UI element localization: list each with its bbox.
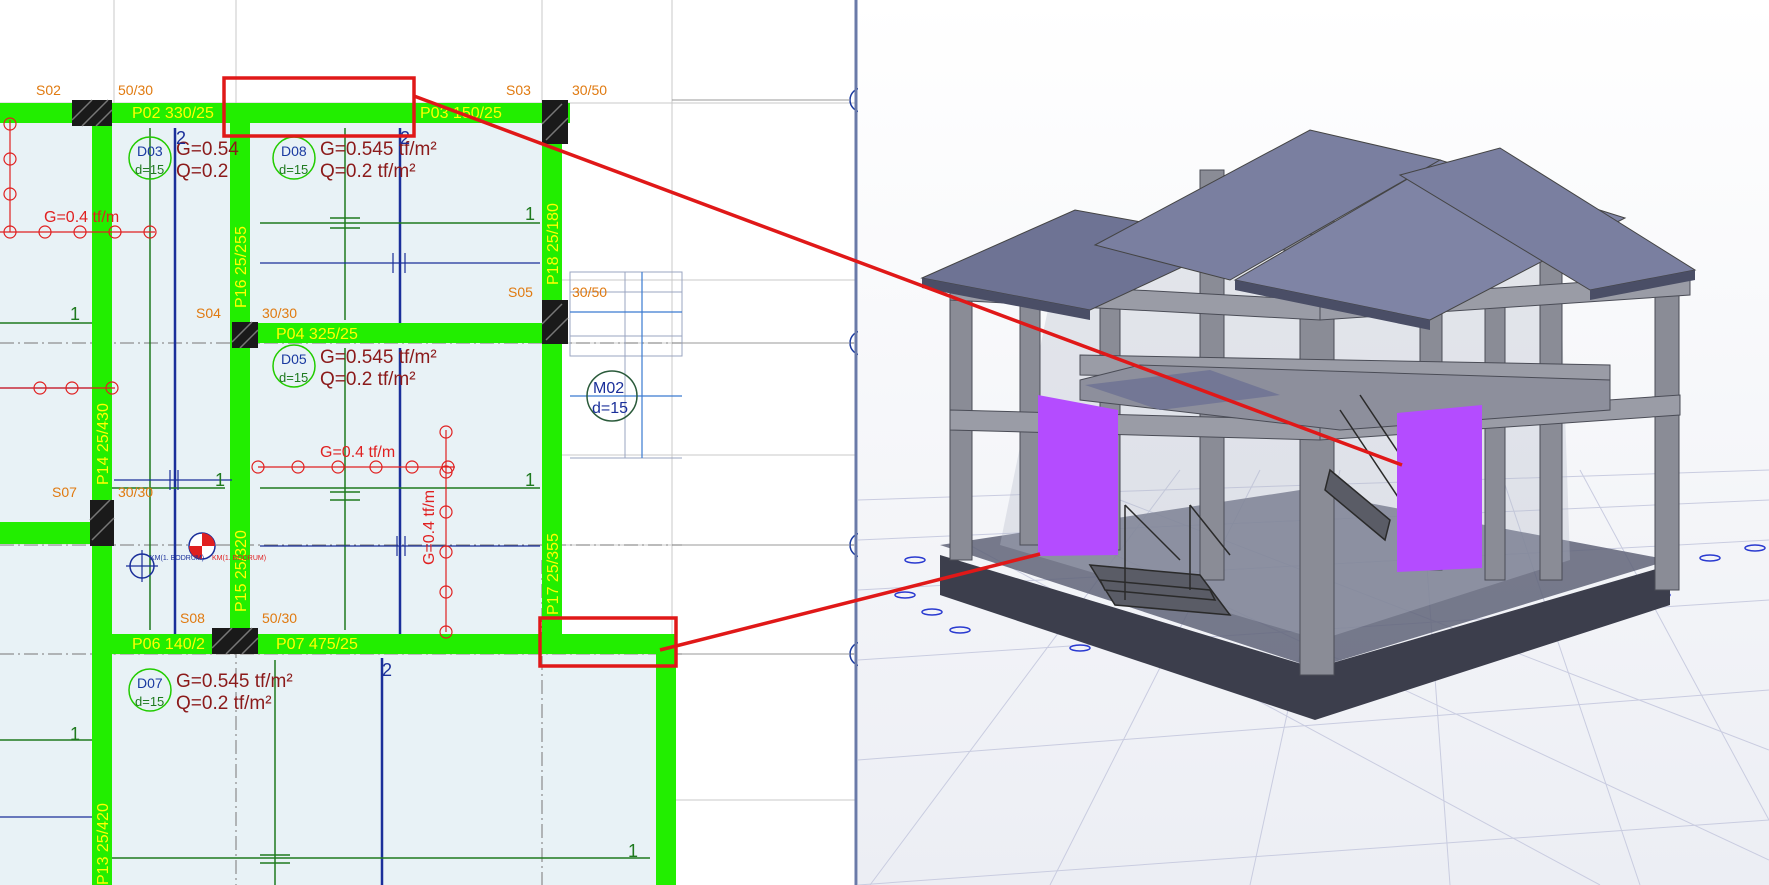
- axis-mark: 1: [525, 204, 535, 224]
- beam-label: P14 25/430: [95, 403, 112, 485]
- beam-label: P02 330/25: [132, 105, 214, 122]
- slab-live-load: Q=0.2: [176, 161, 228, 182]
- slab-id: D03: [137, 143, 163, 159]
- beam-label: P15 25/320: [233, 530, 250, 612]
- wall-thickness: d=15: [592, 400, 628, 417]
- slab-dead-load: G=0.545 tf/m²: [320, 139, 437, 160]
- column-id: S08: [180, 610, 205, 626]
- axis-mark: 1: [525, 470, 535, 490]
- axis-mark: 2: [400, 128, 410, 148]
- beam-label: P07 475/25: [276, 636, 358, 653]
- mass-center-label: KM(1. BODRUM): [150, 555, 204, 562]
- column-id: S07: [52, 484, 77, 500]
- slab-thickness: d=15: [279, 162, 308, 177]
- beam-label: P06 140/2: [132, 636, 205, 653]
- slab-id: D08: [281, 143, 307, 159]
- column-id: S04: [196, 305, 221, 321]
- slab-live-load: Q=0.2 tf/m²: [320, 161, 416, 182]
- 3d-view[interactable]: [857, 0, 1769, 885]
- slab-thickness: d=15: [135, 162, 164, 177]
- slab-id: D07: [137, 675, 163, 691]
- axis-mark: 2: [382, 660, 392, 680]
- axis-mark: 1: [70, 724, 80, 744]
- column-size: 30/50: [572, 284, 607, 300]
- axis-mark: 1: [628, 841, 638, 861]
- column-id: S03: [506, 82, 531, 98]
- column-size: 50/30: [118, 82, 153, 98]
- wall-panel-right: [1397, 405, 1482, 572]
- column-id: S05: [508, 284, 533, 300]
- column-size: 30/30: [262, 305, 297, 321]
- column-id: S02: [36, 82, 61, 98]
- axis-mark: 2: [176, 128, 186, 148]
- line-load-label: G=0.4 tf/m: [421, 490, 438, 565]
- line-load-label: G=0.4 tf/m: [320, 444, 395, 461]
- slab-id: D05: [281, 351, 307, 367]
- column-size: 30/30: [118, 484, 153, 500]
- wall-id: M02: [593, 380, 624, 397]
- slab-live-load: Q=0.2 tf/m²: [176, 693, 272, 714]
- column-size: 50/30: [262, 610, 297, 626]
- line-load-label: G=0.4 tf/m: [44, 209, 119, 226]
- axis-mark: 1: [70, 304, 80, 324]
- column-size: 30/50: [572, 82, 607, 98]
- beam-label: P16 25/255: [233, 226, 250, 308]
- slab-dead-load: G=0.545 tf/m²: [176, 671, 293, 692]
- slab-live-load: Q=0.2 tf/m²: [320, 369, 416, 390]
- beam-label: P04 325/25: [276, 326, 358, 343]
- beam-label: P13 25/420: [95, 803, 112, 885]
- beam-label: P18 25/180: [545, 203, 562, 285]
- rigidity-center-label: KM(1. BODRUM): [212, 555, 266, 562]
- slab-dead-load: G=0.545 tf/m²: [320, 347, 437, 368]
- structural-drawing: S02 50/30 S03 30/50 S04 30/30 S05 30/50 …: [0, 0, 1769, 885]
- beam-label: P17 25/355: [545, 533, 562, 615]
- wall-panel-left: [1038, 395, 1118, 556]
- slab-thickness: d=15: [135, 694, 164, 709]
- slab-thickness: d=15: [279, 370, 308, 385]
- plan-view[interactable]: S02 50/30 S03 30/50 S04 30/30 S05 30/50 …: [0, 0, 875, 885]
- axis-mark: 1: [215, 470, 225, 490]
